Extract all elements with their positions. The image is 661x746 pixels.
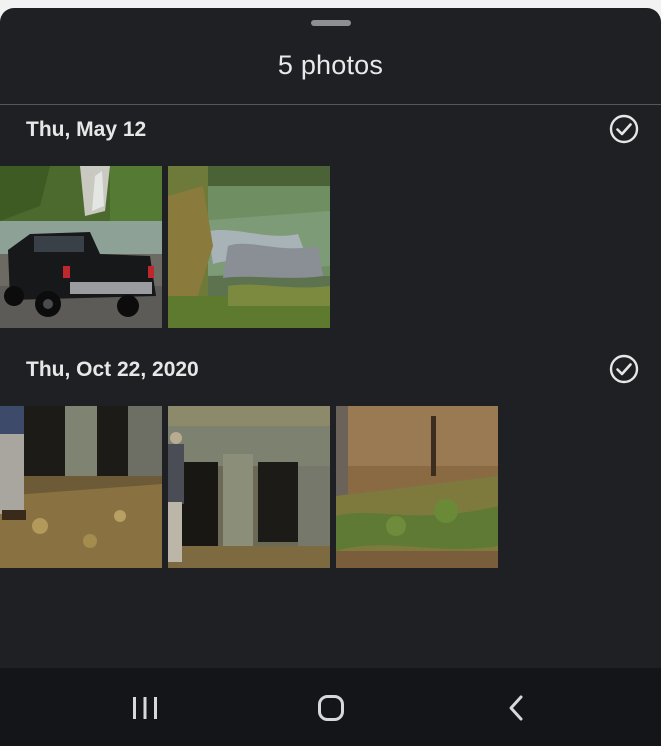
pond-water-photo xyxy=(168,166,330,328)
photo-thumbnail[interactable] xyxy=(0,166,162,328)
date-header: Thu, May 12 xyxy=(26,118,147,141)
photo-thumbnail[interactable] xyxy=(0,406,162,568)
system-navigation-bar xyxy=(0,668,661,746)
recent-apps-button[interactable] xyxy=(125,688,165,728)
photo-thumbnail[interactable] xyxy=(168,406,330,568)
sheet-title: 5 photos xyxy=(277,50,384,80)
photo-thumbnail[interactable] xyxy=(168,166,330,328)
photo-row xyxy=(0,166,661,328)
date-header: Thu, Oct 22, 2020 xyxy=(26,358,199,381)
select-group-check-icon[interactable] xyxy=(609,354,639,384)
truck-by-pond-photo xyxy=(0,166,162,328)
home-button[interactable] xyxy=(311,688,351,728)
stone-ruins-photo xyxy=(168,406,330,568)
home-icon xyxy=(318,695,344,721)
man-at-ruins-photo xyxy=(0,406,162,568)
photo-selection-sheet: 5 photos Thu, May 12 Thu, Oct 22, 2020 xyxy=(0,8,661,668)
photo-thumbnail[interactable] xyxy=(336,406,498,568)
drag-handle[interactable] xyxy=(311,20,351,26)
back-button[interactable] xyxy=(497,688,537,728)
divider xyxy=(0,104,661,105)
screen: 5 photos Thu, May 12 Thu, Oct 22, 2020 xyxy=(0,0,661,746)
recent-apps-icon xyxy=(133,697,157,719)
photo-row xyxy=(0,406,661,568)
forest-slope-photo xyxy=(336,406,498,568)
back-icon xyxy=(509,695,523,721)
select-group-check-icon[interactable] xyxy=(609,114,639,144)
